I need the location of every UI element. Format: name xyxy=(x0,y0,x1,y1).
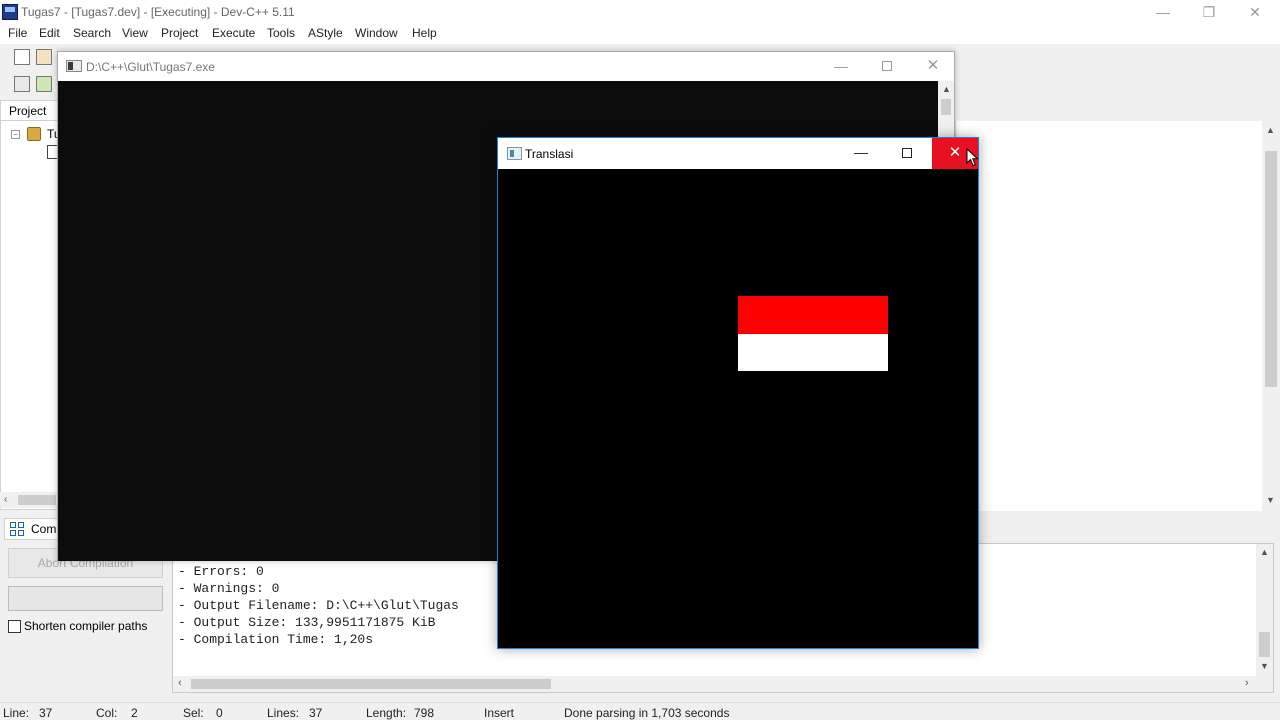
status-line-label: Line: xyxy=(3,706,30,720)
console-title: D:\C++\Glut\Tugas7.exe xyxy=(86,60,215,74)
log-line: - Errors: 0 xyxy=(178,564,264,579)
minimize-button[interactable]: — xyxy=(1140,0,1186,24)
status-bar: Line: 37 Col: 2 Sel: 0 Lines: 37 Length:… xyxy=(0,702,1280,720)
translasi-minimize-button[interactable]: — xyxy=(838,138,884,169)
translasi-titlebar[interactable]: Translasi — ✕ xyxy=(498,138,978,169)
log-vscroll-thumb[interactable] xyxy=(1259,632,1270,657)
flag-white-stripe xyxy=(738,334,888,371)
menu-astyle[interactable]: AStyle xyxy=(308,26,343,40)
editor-vscroll-thumb[interactable] xyxy=(1265,151,1277,387)
maximize-icon xyxy=(902,148,912,158)
status-length-value: 798 xyxy=(414,706,435,720)
log-hscroll[interactable]: ‹ › xyxy=(173,676,1273,692)
compile-progress-bar xyxy=(8,586,163,611)
scroll-up-icon[interactable]: ▲ xyxy=(942,84,951,94)
log-line: - Output Filename: D:\C++\Glut\Tugas xyxy=(178,598,459,613)
menu-execute[interactable]: Execute xyxy=(212,26,255,40)
translasi-app-icon xyxy=(507,147,522,160)
tab-compiler[interactable]: Comp xyxy=(4,518,63,540)
editor-vscroll[interactable]: ▲ ▼ xyxy=(1262,121,1280,511)
checkbox-box[interactable] xyxy=(8,620,21,633)
tab-project[interactable]: Project xyxy=(0,100,58,120)
menu-file[interactable]: File xyxy=(8,26,27,40)
log-hscroll-thumb[interactable] xyxy=(191,679,551,689)
devcpp-titlebar: Tugas7 - [Tugas7.dev] - [Executing] - De… xyxy=(0,0,1280,24)
tree-collapse-icon[interactable]: − xyxy=(11,130,20,139)
restore-button[interactable]: ❐ xyxy=(1186,0,1232,24)
status-lines-label: Lines: xyxy=(267,706,300,720)
scroll-left-icon[interactable]: ‹ xyxy=(178,677,182,689)
menu-project[interactable]: Project xyxy=(161,26,198,40)
compile-icon[interactable] xyxy=(14,76,30,92)
menu-help[interactable]: Help xyxy=(412,26,437,40)
project-hscroll-thumb[interactable] xyxy=(18,495,56,505)
close-button[interactable]: ✕ xyxy=(1232,0,1278,24)
code-editor[interactable]: ▲ ▼ xyxy=(955,121,1280,511)
open-file-icon[interactable] xyxy=(36,49,52,65)
run-icon[interactable] xyxy=(36,76,52,92)
status-col-label: Col: xyxy=(96,706,118,720)
scroll-down-icon[interactable]: ▼ xyxy=(1266,495,1275,505)
menu-tools[interactable]: Tools xyxy=(267,26,295,40)
scroll-right-icon[interactable]: › xyxy=(1245,677,1249,689)
new-file-icon[interactable] xyxy=(14,49,30,65)
scroll-up-icon[interactable]: ▲ xyxy=(1260,547,1269,557)
project-hscroll[interactable]: ‹ xyxy=(0,492,58,508)
menu-edit[interactable]: Edit xyxy=(39,26,60,40)
devcpp-app-icon xyxy=(2,4,18,20)
console-maximize-button[interactable] xyxy=(864,52,910,81)
devcpp-window-title: Tugas7 - [Tugas7.dev] - [Executing] - De… xyxy=(21,5,295,19)
glut-canvas[interactable] xyxy=(498,169,978,648)
status-length-label: Length: xyxy=(366,706,407,720)
menu-view[interactable]: View xyxy=(122,26,148,40)
console-titlebar[interactable]: D:\C++\Glut\Tugas7.exe — ✕ xyxy=(58,52,954,81)
status-lines-value: 37 xyxy=(309,706,323,720)
status-col-value: 2 xyxy=(131,706,138,720)
log-line: - Compilation Time: 1,20s xyxy=(178,632,374,647)
flag-red-stripe xyxy=(738,296,888,334)
menu-search[interactable]: Search xyxy=(73,26,111,40)
scroll-left-icon[interactable]: ‹ xyxy=(4,494,7,505)
status-message: Done parsing in 1,703 seconds xyxy=(564,706,730,720)
log-vscroll[interactable]: ▲ ▼ xyxy=(1256,544,1273,676)
menu-window[interactable]: Window xyxy=(355,26,398,40)
project-browser: − Tu xyxy=(0,120,61,510)
console-minimize-button[interactable]: — xyxy=(818,52,864,81)
compiler-icon xyxy=(10,522,25,537)
status-sel-value: 0 xyxy=(216,706,223,720)
log-line: - Warnings: 0 xyxy=(178,581,280,596)
console-close-button[interactable]: ✕ xyxy=(910,52,956,81)
scroll-down-icon[interactable]: ▼ xyxy=(1260,661,1269,671)
log-line: - Output Size: 133,9951171875 KiB xyxy=(178,615,436,630)
status-line-value: 37 xyxy=(39,706,53,720)
status-insert-mode: Insert xyxy=(484,706,515,720)
project-folder-icon xyxy=(27,127,41,141)
translasi-window[interactable]: Translasi — ✕ xyxy=(497,137,979,649)
console-vscroll-thumb[interactable] xyxy=(941,99,951,115)
translasi-title: Translasi xyxy=(525,147,574,161)
status-sel-label: Sel: xyxy=(183,706,204,720)
console-app-icon xyxy=(66,60,82,72)
translasi-maximize-button[interactable] xyxy=(884,138,930,169)
scroll-up-icon[interactable]: ▲ xyxy=(1266,125,1275,135)
menu-bar: File Edit Search View Project Execute To… xyxy=(0,24,1280,44)
